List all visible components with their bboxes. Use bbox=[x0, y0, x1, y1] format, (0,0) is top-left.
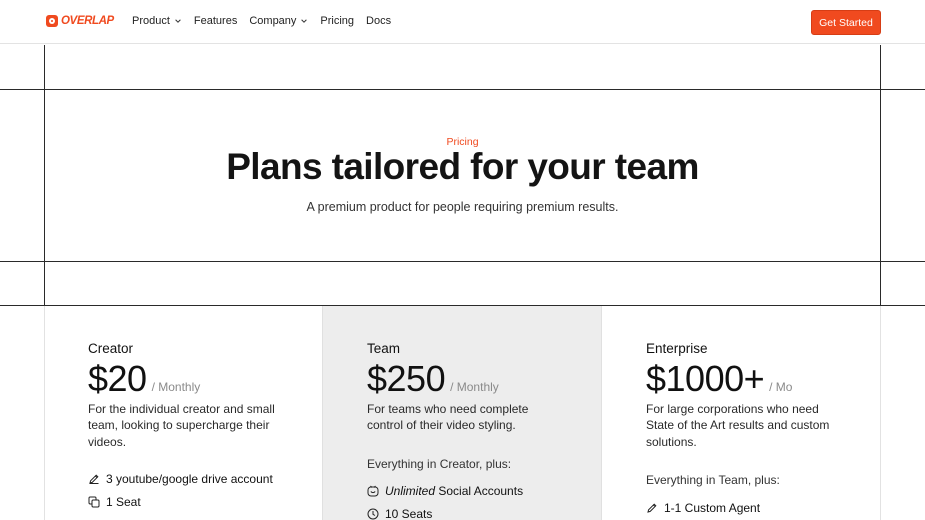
plan-feature-label: 10 Seats bbox=[385, 507, 433, 520]
plan-period: / Mo bbox=[769, 380, 793, 394]
plan-feature-label: Unlimited Social Accounts bbox=[385, 484, 523, 498]
plan-description: For large corporations who need State of… bbox=[646, 402, 830, 449]
logo-icon bbox=[46, 15, 58, 27]
pen-icon bbox=[89, 474, 99, 484]
plan-price: $250 bbox=[367, 358, 446, 399]
plan-card-enterprise: Enterprise $1000+ / Mo For large corpora… bbox=[602, 306, 881, 520]
get-started-button[interactable]: Get Started bbox=[811, 10, 881, 35]
logo[interactable]: OVERLAP bbox=[46, 15, 114, 27]
plan-feature-emphasis: Unlimited bbox=[385, 484, 436, 498]
plan-feature-label: 1 Seat bbox=[106, 495, 141, 509]
plan-includes-note: Everything in Creator, plus: bbox=[367, 457, 512, 471]
nav-item-pricing[interactable]: Pricing bbox=[320, 15, 354, 27]
plan-feature-label: 1-1 Custom Agent bbox=[664, 501, 761, 515]
plan-feature-text: Social Accounts bbox=[435, 484, 524, 498]
smile-box-icon bbox=[367, 485, 379, 497]
plan-description: For the individual creator and small tea… bbox=[88, 402, 275, 449]
chevron-down-icon bbox=[301, 19, 308, 23]
pen-icon bbox=[647, 503, 657, 513]
grid-line-middle bbox=[0, 261, 925, 262]
top-nav: OVERLAP Product Features Company Pricing… bbox=[0, 0, 925, 44]
nav-menu: Product Features Company Pricing Docs bbox=[132, 15, 391, 27]
nav-item-company[interactable]: Company bbox=[249, 15, 308, 27]
page-title: Plans tailored for your team bbox=[226, 146, 699, 187]
nav-item-label: Features bbox=[193, 15, 238, 27]
plan-card-creator: Creator $20 / Monthly For the individual… bbox=[44, 306, 323, 520]
plan-price-row: $250 / Monthly bbox=[367, 358, 499, 400]
nav-item-label: Company bbox=[249, 15, 297, 27]
plan-feature: 1-1 Custom Agent bbox=[646, 501, 760, 515]
plan-name: Team bbox=[367, 341, 401, 356]
plan-name: Creator bbox=[88, 341, 134, 356]
nav-item-label: Docs bbox=[366, 15, 392, 27]
chevron-down-icon bbox=[175, 19, 181, 23]
grid-line-top bbox=[0, 89, 925, 90]
plan-period: / Monthly bbox=[151, 380, 201, 394]
nav-item-label: Product bbox=[132, 15, 170, 27]
plan-description: For teams who need complete control of t… bbox=[367, 402, 529, 433]
plan-price: $1000+ bbox=[646, 358, 765, 399]
copy-icon bbox=[88, 496, 100, 508]
nav-item-label: Pricing bbox=[320, 15, 355, 27]
plan-feature: Unlimited Social Accounts bbox=[367, 484, 523, 498]
plan-feature: 10 Seats bbox=[367, 507, 432, 520]
plan-price-row: $20 / Monthly bbox=[88, 358, 200, 400]
plan-feature: 3 youtube/google drive account bbox=[88, 472, 273, 486]
plan-price: $20 bbox=[88, 358, 147, 399]
plan-name: Enterprise bbox=[646, 341, 708, 356]
plan-feature: 1 Seat bbox=[88, 495, 141, 509]
logo-text: OVERLAP bbox=[61, 15, 114, 27]
clock-icon bbox=[367, 508, 379, 520]
nav-item-docs[interactable]: Docs bbox=[366, 15, 391, 27]
plan-price-row: $1000+ / Mo bbox=[646, 358, 792, 400]
page-subtitle: A premium product for people requiring p… bbox=[306, 200, 619, 214]
plan-feature-label: 3 youtube/google drive account bbox=[106, 472, 273, 486]
plan-includes-note: Everything in Team, plus: bbox=[646, 473, 780, 487]
plan-period: / Monthly bbox=[450, 380, 499, 394]
nav-item-product[interactable]: Product bbox=[132, 15, 182, 27]
nav-item-features[interactable]: Features bbox=[194, 15, 237, 27]
plan-card-team: Team $250 / Monthly For teams who need c… bbox=[322, 306, 602, 520]
